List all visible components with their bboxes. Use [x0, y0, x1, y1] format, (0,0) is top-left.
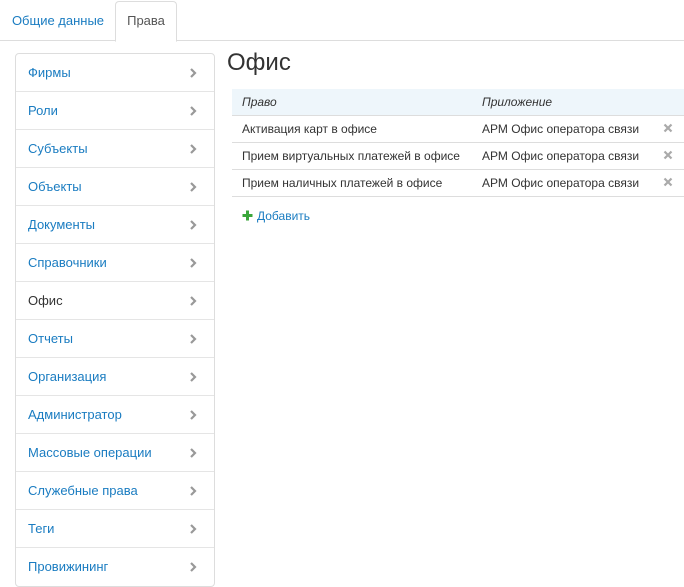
- cell-app: АРМ Офис оператора связи: [472, 169, 652, 197]
- table-header-row: Право Приложение: [232, 89, 684, 116]
- sidebar-item-label: Объекты: [28, 179, 82, 194]
- table-row: Прием виртуальных платежей в офисе АРМ О…: [232, 142, 684, 170]
- tab-label: Общие данные: [11, 13, 105, 28]
- cell-right: Активация карт в офисе: [232, 115, 472, 143]
- tab-label: Права: [127, 13, 165, 28]
- column-header-app: Приложение: [472, 89, 652, 116]
- sidebar-item-label: Офис: [28, 293, 63, 308]
- sidebar-item-label: Провижининг: [28, 559, 109, 574]
- page-title: Офис: [227, 49, 291, 76]
- chevron-right-icon: [190, 258, 197, 268]
- sidebar-item-firms[interactable]: Фирмы: [16, 54, 214, 92]
- cell-app: АРМ Офис оператора связи: [472, 142, 652, 170]
- sidebar-item-provisioning[interactable]: Провижининг: [16, 548, 214, 586]
- sidebar-item-label: Документы: [28, 217, 96, 232]
- rights-table: Право Приложение Активация карт в офисе …: [232, 89, 684, 197]
- chevron-right-icon: [190, 144, 197, 154]
- table-row: Активация карт в офисе АРМ Офис оператор…: [232, 115, 684, 143]
- sidebar-item-label: Администратор: [28, 407, 122, 422]
- chevron-right-icon: [190, 410, 197, 420]
- sidebar-item-roles[interactable]: Роли: [16, 92, 214, 130]
- chevron-right-icon: [190, 106, 197, 116]
- sidebar-item-bulk-operations[interactable]: Массовые операции: [16, 434, 214, 472]
- cell-actions: [652, 142, 684, 170]
- close-icon[interactable]: [663, 177, 673, 187]
- tab-rights[interactable]: Права: [115, 1, 177, 42]
- chevron-right-icon: [190, 220, 197, 230]
- cell-actions: [652, 115, 684, 143]
- sidebar-item-label: Фирмы: [28, 65, 71, 80]
- chevron-right-icon: [190, 334, 197, 344]
- sidebar-item-label: Организация: [28, 369, 107, 384]
- sidebar-item-label: Отчеты: [28, 331, 73, 346]
- add-button-label: Добавить: [257, 209, 311, 223]
- sidebar-item-label: Служебные права: [28, 483, 138, 498]
- sidebar-item-label: Теги: [28, 521, 55, 536]
- sidebar: Фирмы Роли Субъекты Объекты Документы Сп…: [15, 53, 215, 587]
- tab-bar: Общие данные Права: [0, 0, 684, 42]
- cell-app: АРМ Офис оператора связи: [472, 115, 652, 143]
- sidebar-item-label: Справочники: [28, 255, 107, 270]
- table-row: Прием наличных платежей в офисе АРМ Офис…: [232, 169, 684, 197]
- sidebar-item-directories[interactable]: Справочники: [16, 244, 214, 282]
- chevron-right-icon: [190, 524, 197, 534]
- column-header-right: Право: [232, 89, 472, 116]
- cell-actions: [652, 169, 684, 197]
- chevron-right-icon: [190, 296, 197, 306]
- sidebar-item-documents[interactable]: Документы: [16, 206, 214, 244]
- chevron-right-icon: [190, 182, 197, 192]
- plus-icon: [242, 210, 253, 221]
- chevron-right-icon: [190, 372, 197, 382]
- sidebar-item-service-rights[interactable]: Служебные права: [16, 472, 214, 510]
- sidebar-item-administrator[interactable]: Администратор: [16, 396, 214, 434]
- sidebar-item-label: Массовые операции: [28, 445, 152, 460]
- close-icon[interactable]: [663, 123, 673, 133]
- sidebar-item-label: Субъекты: [28, 141, 88, 156]
- sidebar-item-office[interactable]: Офис: [16, 282, 214, 320]
- sidebar-item-tags[interactable]: Теги: [16, 510, 214, 548]
- app-window: Общие данные Права Фирмы Роли Субъекты О…: [0, 0, 684, 587]
- column-header-actions: [652, 89, 684, 116]
- chevron-right-icon: [190, 448, 197, 458]
- chevron-right-icon: [190, 68, 197, 78]
- sidebar-item-objects[interactable]: Объекты: [16, 168, 214, 206]
- chevron-right-icon: [190, 562, 197, 572]
- chevron-right-icon: [190, 486, 197, 496]
- sidebar-item-organization[interactable]: Организация: [16, 358, 214, 396]
- add-button[interactable]: Добавить: [242, 207, 310, 225]
- tab-general-data[interactable]: Общие данные: [3, 1, 113, 41]
- close-icon[interactable]: [663, 150, 673, 160]
- cell-right: Прием виртуальных платежей в офисе: [232, 142, 472, 170]
- sidebar-item-label: Роли: [28, 103, 58, 118]
- sidebar-item-subjects[interactable]: Субъекты: [16, 130, 214, 168]
- sidebar-item-reports[interactable]: Отчеты: [16, 320, 214, 358]
- cell-right: Прием наличных платежей в офисе: [232, 169, 472, 197]
